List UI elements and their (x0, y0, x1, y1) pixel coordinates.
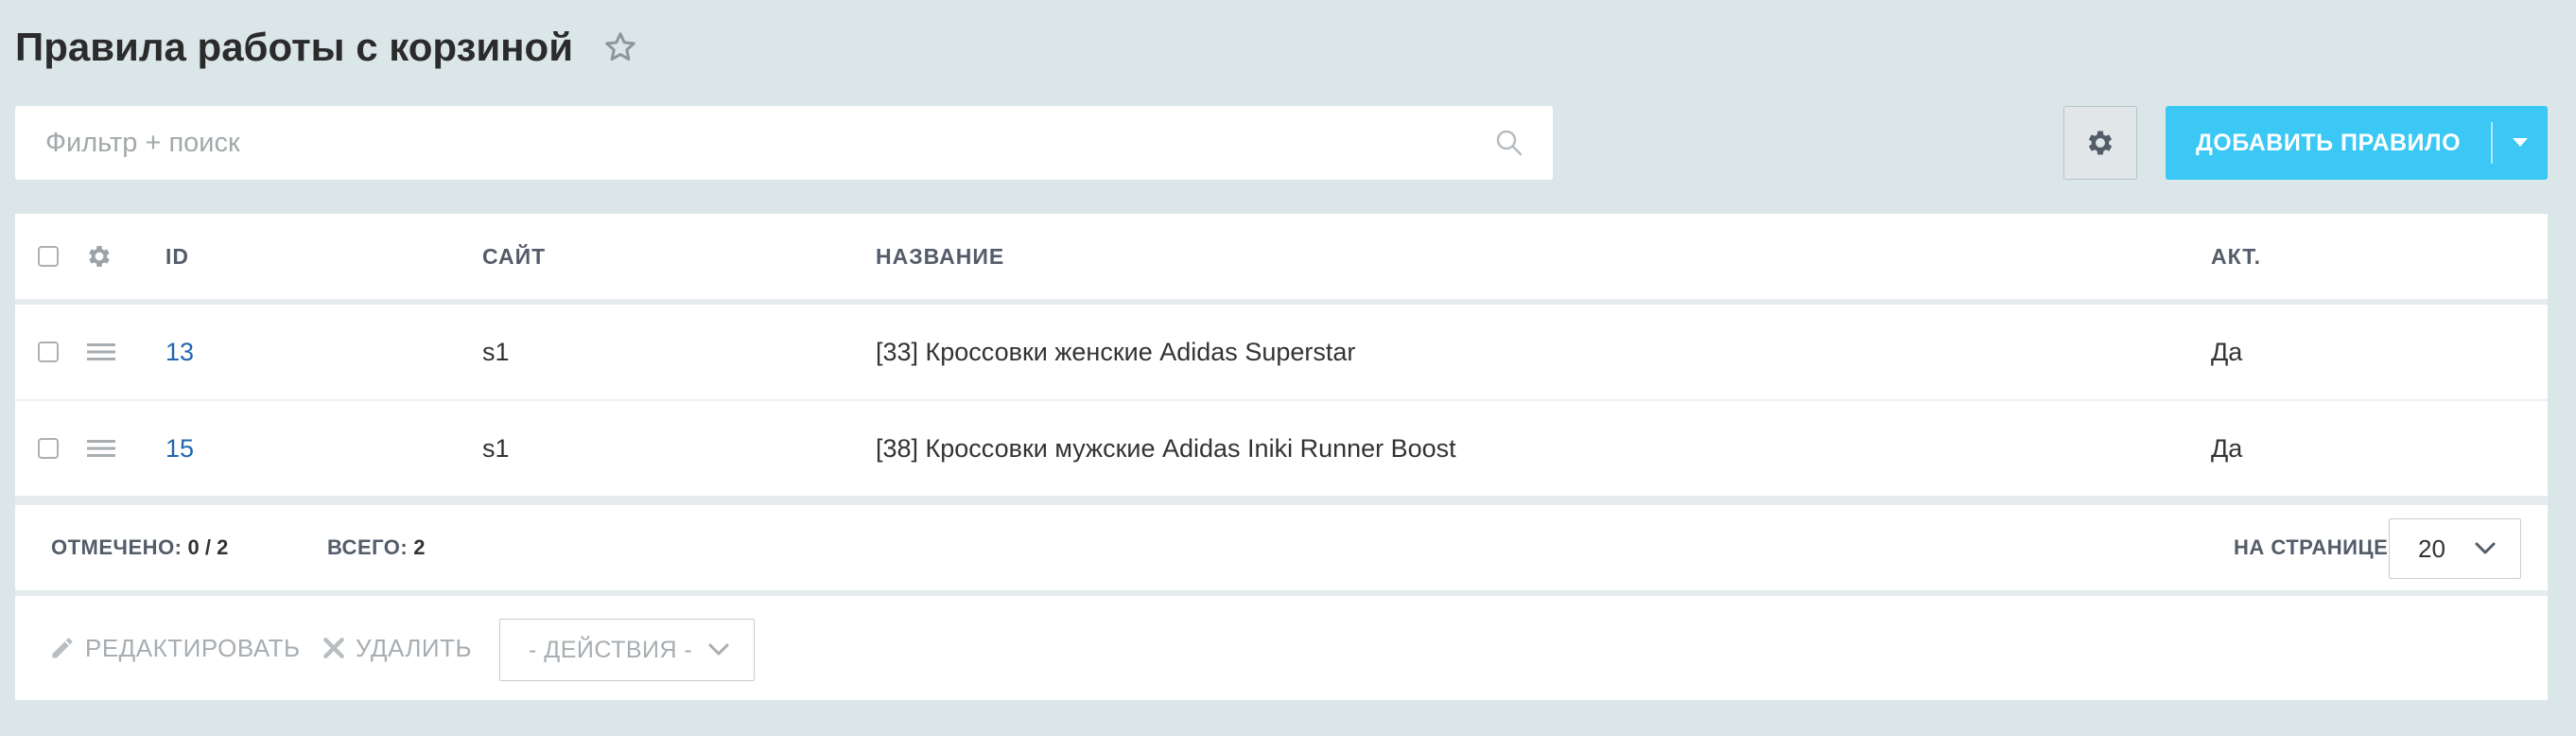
edit-label: РЕДАКТИРОВАТЬ (85, 633, 301, 662)
column-header-active[interactable]: АКТ. (2211, 214, 2261, 299)
search-input[interactable] (15, 106, 1464, 180)
row-menu-cell (87, 305, 115, 399)
actions-select[interactable]: - ДЕЙСТВИЯ - (499, 619, 755, 681)
selected-count: ОТМЕЧЕНО: 0 / 2 (51, 505, 228, 590)
close-icon (323, 638, 344, 658)
column-header-id[interactable]: ID (165, 214, 189, 299)
table-header: ID САЙТ НАЗВАНИЕ АКТ. (15, 214, 2548, 299)
selected-count-value: 0 / 2 (187, 535, 229, 559)
add-rule-button[interactable]: ДОБАВИТЬ ПРАВИЛО (2166, 106, 2548, 180)
select-all-checkbox-cell (38, 214, 59, 299)
caret-down-icon (2513, 138, 2528, 147)
total-count: ВСЕГО: 2 (327, 505, 425, 590)
table-row[interactable]: 13 s1 [33] Кроссовки женские Adidas Supe… (15, 305, 2548, 399)
select-all-checkbox[interactable] (38, 246, 59, 267)
table-footer: ОТМЕЧЕНО: 0 / 2 ВСЕГО: 2 НА СТРАНИЦЕ: 20 (15, 505, 2548, 590)
search-box (15, 106, 1553, 180)
row-checkbox[interactable] (38, 438, 59, 459)
group-actions-panel: РЕДАКТИРОВАТЬ УДАЛИТЬ - ДЕЙСТВИЯ - (15, 596, 2548, 700)
column-header-site[interactable]: САЙТ (482, 214, 546, 299)
row-name: [33] Кроссовки женские Adidas Superstar (876, 337, 1356, 366)
row-site: s1 (482, 433, 510, 463)
row-site: s1 (482, 337, 510, 366)
page-title: Правила работы с корзиной (15, 25, 574, 69)
hamburger-icon[interactable] (87, 342, 115, 361)
add-rule-label: ДОБАВИТЬ ПРАВИЛО (2195, 129, 2462, 156)
row-id-link[interactable]: 15 (165, 401, 194, 496)
row-checkbox-cell (38, 401, 59, 496)
gear-icon[interactable] (85, 242, 113, 271)
delete-label: УДАЛИТЬ (356, 633, 473, 662)
search-icon[interactable] (1494, 128, 1524, 158)
hamburger-icon[interactable] (87, 439, 115, 458)
row-menu-cell (87, 401, 115, 496)
title-row: Правила работы с корзиной (15, 19, 639, 76)
per-page-value: 20 (2418, 534, 2445, 563)
chevron-down-icon (2475, 542, 2496, 554)
edit-button[interactable]: РЕДАКТИРОВАТЬ (49, 596, 301, 700)
rows-footer-separator (15, 496, 2548, 505)
per-page-label: НА СТРАНИЦЕ: (2234, 535, 2396, 559)
per-page-label-cell: НА СТРАНИЦЕ: (2234, 505, 2395, 590)
total-count-label: ВСЕГО: (327, 535, 409, 559)
row-active: Да (2211, 433, 2243, 463)
settings-button[interactable] (2063, 106, 2137, 180)
table-row[interactable]: 15 s1 [38] Кроссовки мужские Adidas Inik… (15, 401, 2548, 496)
row-checkbox[interactable] (38, 342, 59, 362)
column-header-name[interactable]: НАЗВАНИЕ (876, 214, 1004, 299)
row-active: Да (2211, 337, 2243, 366)
row-id-link[interactable]: 13 (165, 305, 194, 399)
selected-count-label: ОТМЕЧЕНО: (51, 535, 183, 559)
row-name: [38] Кроссовки мужские Adidas Iniki Runn… (876, 433, 1456, 463)
row-checkbox-cell (38, 305, 59, 399)
pencil-icon (52, 638, 73, 658)
rules-grid: ID САЙТ НАЗВАНИЕ АКТ. 13 s1 [33] Кроссов… (15, 214, 2548, 700)
add-rule-dropdown[interactable] (2493, 138, 2548, 148)
column-settings-cell (85, 214, 113, 299)
gear-icon (2088, 131, 2113, 155)
delete-button[interactable]: УДАЛИТЬ (322, 596, 472, 700)
total-count-value: 2 (413, 535, 426, 559)
star-icon[interactable] (601, 28, 639, 66)
actions-select-value: - ДЕЙСТВИЯ - (529, 636, 693, 663)
chevron-down-icon (708, 643, 729, 656)
per-page-select[interactable]: 20 (2389, 518, 2521, 579)
